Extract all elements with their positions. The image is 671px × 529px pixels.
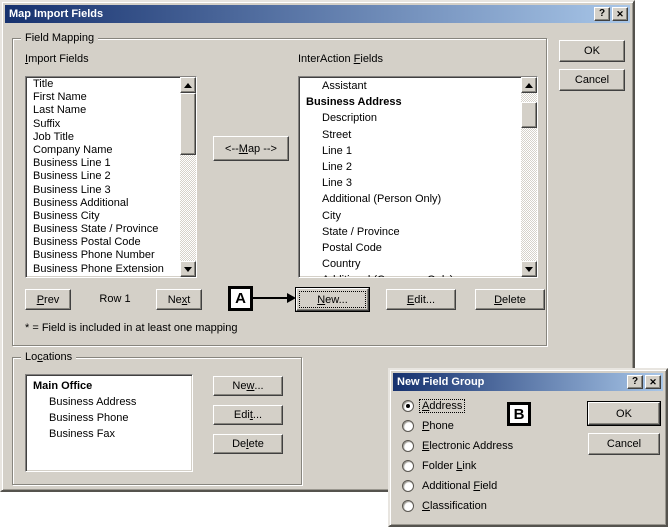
field-mapping-group: Field Mapping Import Fields Title First … [12,32,547,346]
import-field-item[interactable]: Business Line 3 [26,184,180,197]
delete-location-button[interactable]: De l ete [213,434,283,454]
import-field-item[interactable]: Business Phone Extension [26,263,180,276]
scroll-up-icon [184,82,192,88]
new-field-group-dialog: New Field Group ? ✕ Address Phone Electr… [388,368,668,527]
scroll-up-icon [525,82,533,88]
scrollbar-thumb[interactable] [521,102,537,128]
scroll-up-button[interactable] [180,77,196,93]
interaction-field-item[interactable]: Additional (Person Only) [299,191,521,207]
import-field-item[interactable]: Business Line 2 [26,170,180,183]
field-group-radio-option[interactable]: Classification [402,496,515,516]
next-row-button[interactable]: Ne x t [156,289,202,310]
import-field-item[interactable]: Job Title [26,131,180,144]
import-field-item[interactable]: First Name [26,91,180,104]
edit-location-button[interactable]: Edi t... [213,405,283,425]
scrollbar-track[interactable] [180,155,196,261]
interaction-fields-list[interactable]: Assistant Business Address Description S… [298,76,538,278]
locations-group: Locations Main Office Business Address B… [12,351,302,485]
new-location-button[interactable]: Ne w... [213,376,283,396]
interaction-field-item[interactable]: Line 1 [299,143,521,159]
scroll-down-button[interactable] [180,261,196,277]
radio-button-icon[interactable] [402,420,414,432]
field-group-radio-option[interactable]: Electronic Address [402,436,515,456]
import-field-item[interactable]: Business Postal Code [26,236,180,249]
edit-mapping-button[interactable]: Edit... [386,289,456,310]
interaction-field-item[interactable]: Line 3 [299,175,521,191]
interaction-field-item[interactable]: Street [299,127,521,143]
interaction-fields-label: InterAction Fields [298,53,383,65]
location-item[interactable]: Business Fax [26,424,192,440]
field-group-options: Address Phone Electronic Address Folder … [402,396,515,516]
radio-button-icon[interactable] [402,460,414,472]
locations-list[interactable]: Main Office Business Address Business Ph… [25,374,193,472]
radio-button-icon[interactable] [402,480,414,492]
cancel-button[interactable]: Cancel [559,69,625,91]
nfg-dialog-title: New Field Group [397,376,485,388]
interaction-list-scrollbar[interactable] [521,77,537,277]
main-dialog-title: Map Import Fields [9,8,104,20]
interaction-field-item[interactable]: Description [299,110,521,126]
interaction-field-item[interactable]: Business Address [299,94,521,110]
scroll-up-button[interactable] [521,77,537,93]
interaction-field-item[interactable]: Country [299,256,521,272]
field-group-radio-option[interactable]: Phone [402,416,515,436]
import-fields-list[interactable]: Title First Name Last Name Suffix Job Ti… [25,76,197,278]
import-field-item[interactable]: Business City [26,210,180,223]
new-mapping-button[interactable]: New... [296,288,369,311]
import-field-item[interactable]: Last Name [26,104,180,117]
scrollbar-track[interactable] [521,128,537,261]
close-button[interactable]: ✕ [645,375,661,389]
callout-b: B [507,402,531,426]
interaction-field-item[interactable]: Postal Code [299,240,521,256]
close-button[interactable]: ✕ [612,7,628,21]
scroll-down-icon [184,266,192,272]
interaction-field-item[interactable]: Line 2 [299,159,521,175]
scrollbar-track[interactable] [521,93,537,102]
import-field-item[interactable]: Title [26,78,180,91]
scroll-down-button[interactable] [521,261,537,277]
location-item[interactable]: Main Office [26,376,192,392]
nfg-cancel-button[interactable]: Cancel [588,433,660,455]
field-group-radio-option[interactable]: Additional Field [402,476,515,496]
radio-button-icon[interactable] [402,400,414,412]
location-item[interactable]: Business Address [26,392,192,408]
nfg-ok-button[interactable]: OK [588,402,660,425]
ok-button[interactable]: OK [559,40,625,62]
help-button[interactable]: ? [594,7,610,21]
import-fields-label: Import Fields [25,53,89,65]
mapping-note: * = Field is included in at least one ma… [25,322,238,334]
import-field-item[interactable]: Company Name [26,144,180,157]
delete-mapping-button[interactable]: Delete [475,289,545,310]
import-field-item[interactable]: Business Phone Number [26,249,180,262]
callout-a-arrow [253,297,289,299]
scrollbar-thumb[interactable] [180,93,196,155]
interaction-field-item[interactable]: City [299,208,521,224]
interaction-field-item[interactable]: Additional (Company Only) [299,272,521,277]
field-mapping-group-label: Field Mapping [21,32,99,45]
row-indicator: Row 1 [99,293,131,305]
interaction-field-item[interactable]: State / Province [299,224,521,240]
radio-button-icon[interactable] [402,500,414,512]
radio-button-icon[interactable] [402,440,414,452]
import-field-item[interactable]: Business State / Province [26,223,180,236]
field-group-radio-option[interactable]: Folder Link [402,456,515,476]
prev-row-button[interactable]: Prev [25,289,71,310]
locations-group-label: Locations [21,351,77,364]
import-field-item[interactable]: Suffix [26,118,180,131]
main-titlebar[interactable]: Map Import Fields ? ✕ [5,5,630,23]
callout-a-arrowhead [287,293,296,303]
import-field-item[interactable]: Business Additional [26,197,180,210]
import-field-item[interactable]: Business Line 1 [26,157,180,170]
nfg-titlebar[interactable]: New Field Group ? ✕ [393,373,663,391]
field-group-radio-option[interactable]: Address [402,396,515,416]
callout-a: A [228,286,253,311]
interaction-field-item[interactable]: Assistant [299,78,521,94]
location-item[interactable]: Business Phone [26,408,192,424]
help-button[interactable]: ? [627,375,643,389]
map-button[interactable]: <-- Map --> [213,136,289,161]
scroll-down-icon [525,266,533,272]
import-list-scrollbar[interactable] [180,77,196,277]
